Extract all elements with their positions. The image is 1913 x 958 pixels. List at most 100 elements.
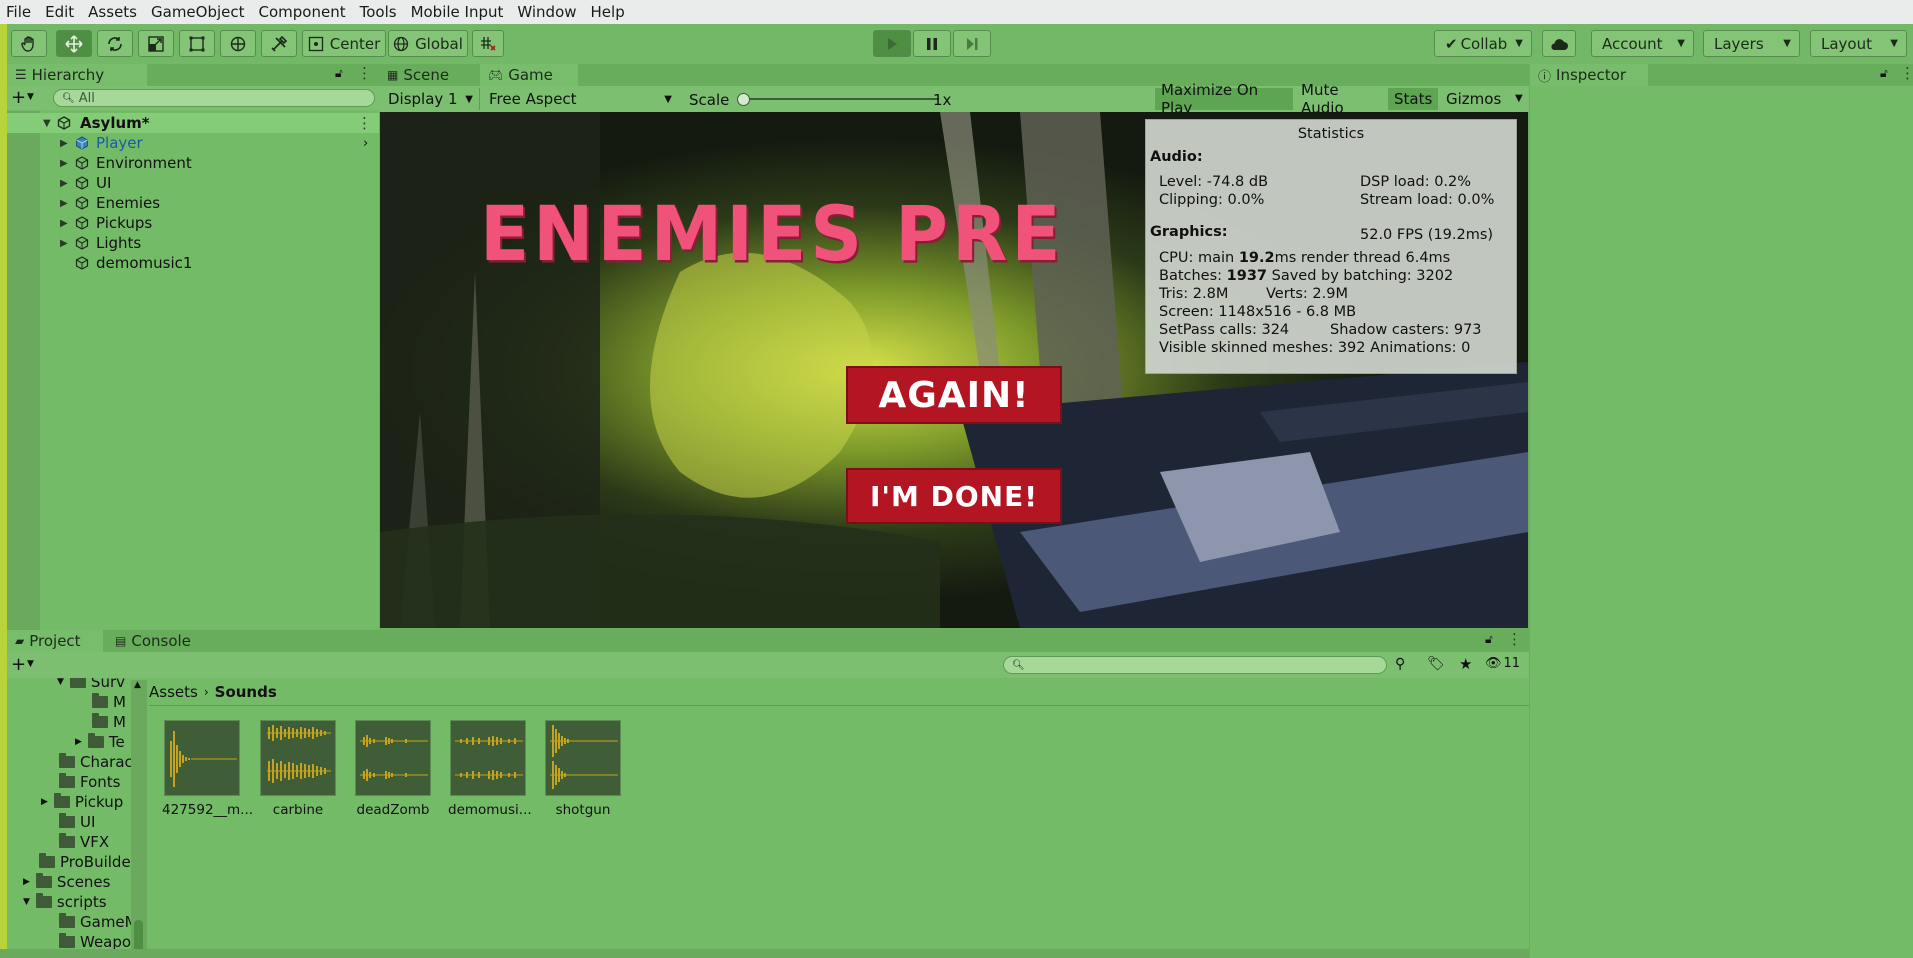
hierarchy-item-pickups[interactable]: ▶ Pickups	[7, 213, 379, 233]
chevron-down-icon[interactable]: ▼	[27, 92, 34, 102]
collab-dropdown[interactable]: ✔ Collab ▼	[1434, 30, 1532, 57]
transform-tool-button[interactable]	[220, 30, 256, 57]
tab-scene[interactable]: ▦ Scene	[379, 64, 479, 86]
hierarchy-item-lights[interactable]: ▶ Lights	[7, 233, 379, 253]
menu-component[interactable]: Component	[253, 3, 354, 21]
cloud-button[interactable]	[1542, 30, 1576, 57]
stats-screen: Screen: 1148x516 - 6.8 MB	[1159, 304, 1357, 320]
filter-by-label-icon[interactable]: 🏷︎	[1427, 656, 1445, 672]
scale-tool-button[interactable]	[138, 30, 174, 57]
tree-item[interactable]: M	[92, 712, 126, 732]
filter-by-type-icon[interactable]: ⚲	[1395, 656, 1405, 672]
display-dropdown[interactable]: Display 1 ▼	[382, 88, 480, 110]
tree-item[interactable]: ▶ Pickup	[41, 792, 123, 812]
hand-tool-button[interactable]	[11, 30, 47, 57]
breadcrumb-assets[interactable]: Assets	[149, 683, 198, 701]
tree-scrollbar[interactable]: ▲	[131, 680, 147, 958]
aspect-dropdown[interactable]: Free Aspect ▼	[483, 88, 678, 110]
expand-right-icon[interactable]: ▶	[60, 218, 68, 229]
menu-help[interactable]: Help	[585, 3, 633, 21]
project-search-input[interactable]: 🔍︎	[1003, 656, 1387, 674]
tree-item[interactable]: ProBuilde	[39, 852, 131, 872]
panel-menu-icon[interactable]: ⋮	[1507, 630, 1522, 648]
hidden-packages-toggle[interactable]: 👁︎ 11	[1485, 656, 1520, 671]
hierarchy-search-input[interactable]: 🔍︎ All	[53, 89, 375, 107]
layers-dropdown[interactable]: Layers ▼	[1703, 30, 1800, 57]
lock-icon[interactable]: 🔓︎	[335, 66, 343, 81]
scene-menu-icon[interactable]: ⋮	[357, 114, 372, 132]
tree-item[interactable]: Fonts	[59, 772, 120, 792]
grid-snap-button[interactable]	[472, 30, 504, 57]
custom-tool-button[interactable]	[261, 30, 297, 57]
play-button[interactable]	[873, 30, 911, 57]
tree-item[interactable]: GameM	[59, 912, 137, 932]
tree-item[interactable]: M	[92, 692, 126, 712]
expand-down-icon[interactable]: ▼	[43, 118, 51, 129]
tree-item[interactable]: UI	[59, 812, 95, 832]
tree-item[interactable]: ▼ scripts	[23, 892, 107, 912]
hierarchy-item-environment[interactable]: ▶ Environment	[7, 153, 379, 173]
move-tool-button[interactable]	[56, 30, 92, 57]
menu-tools[interactable]: Tools	[354, 3, 405, 21]
asset-tile[interactable]: deadZomb	[353, 720, 433, 818]
tab-hierarchy[interactable]: ☰ Hierarchy	[7, 64, 147, 86]
chevron-right-icon[interactable]: ›	[363, 136, 368, 151]
tree-item[interactable]: ▼ Surv	[57, 678, 125, 692]
scene-row[interactable]: ▼ Asylum* ⋮	[7, 113, 379, 133]
asset-tile[interactable]: demomusi...	[448, 720, 532, 818]
menu-gameobject[interactable]: GameObject	[145, 3, 253, 21]
expand-right-icon[interactable]: ▶	[60, 158, 68, 169]
tab-inspector[interactable]: ⓘ Inspector	[1530, 64, 1648, 86]
im-done-button[interactable]: I'M DONE!	[846, 468, 1062, 524]
gizmos-dropdown-icon[interactable]: ▼	[1515, 93, 1523, 104]
hierarchy-item-enemies[interactable]: ▶ Enemies	[7, 193, 379, 213]
chevron-down-icon[interactable]: ▼	[27, 659, 34, 669]
step-button[interactable]	[953, 30, 991, 57]
again-button[interactable]: AGAIN!	[846, 366, 1062, 424]
gizmos-toggle[interactable]: Gizmos	[1440, 88, 1504, 110]
expand-right-icon[interactable]: ▶	[60, 238, 68, 249]
tab-project[interactable]: ▰ Project	[7, 630, 103, 652]
account-dropdown[interactable]: Account ▼	[1591, 30, 1694, 57]
scroll-up-icon[interactable]: ▲	[134, 680, 141, 690]
asset-tile[interactable]: 427592__m...	[162, 720, 253, 818]
rect-tool-button[interactable]	[179, 30, 215, 57]
tree-item[interactable]: ▶ Te	[75, 732, 125, 752]
menu-file[interactable]: File	[0, 3, 39, 21]
asset-tile[interactable]: shotgun	[543, 720, 623, 818]
mute-audio-toggle[interactable]: Mute Audio	[1295, 81, 1386, 117]
hierarchy-item-demomusic1[interactable]: demomusic1	[7, 253, 379, 273]
stats-toggle[interactable]: Stats	[1388, 88, 1438, 110]
add-icon[interactable]: +	[11, 654, 26, 675]
tab-console[interactable]: ▤ Console	[107, 630, 207, 652]
tree-item[interactable]: ▶ Scenes	[23, 872, 110, 892]
lock-icon[interactable]: 🔓︎	[1880, 66, 1888, 81]
panel-menu-icon[interactable]: ⋮	[1900, 64, 1913, 82]
tab-game[interactable]: 🎮︎ Game	[480, 64, 578, 86]
asset-tile[interactable]: carbine	[258, 720, 338, 818]
scale-slider-track[interactable]	[739, 98, 939, 100]
expand-right-icon[interactable]: ▶	[60, 198, 68, 209]
scale-slider-thumb[interactable]	[737, 93, 750, 106]
hierarchy-item-ui[interactable]: ▶ UI	[7, 173, 379, 193]
panel-menu-icon[interactable]: ⋮	[357, 64, 372, 82]
expand-right-icon[interactable]: ▶	[60, 178, 68, 189]
favorite-star-icon[interactable]: ★	[1459, 655, 1472, 673]
maximize-on-play-toggle[interactable]: Maximize On Play	[1155, 81, 1293, 117]
tree-item[interactable]: VFX	[59, 832, 109, 852]
lock-icon[interactable]: 🔓︎	[1485, 632, 1493, 647]
pivot-mode-button[interactable]: Center	[302, 30, 386, 57]
expand-right-icon[interactable]: ▶	[60, 138, 68, 149]
hierarchy-item-player[interactable]: ▶ Player ›	[7, 133, 379, 153]
menu-mobile-input[interactable]: Mobile Input	[405, 3, 512, 21]
pause-button[interactable]	[913, 30, 951, 57]
menu-assets[interactable]: Assets	[82, 3, 145, 21]
breadcrumb-sounds[interactable]: Sounds	[215, 683, 277, 701]
add-icon[interactable]: +	[11, 87, 26, 108]
rotate-tool-button[interactable]	[97, 30, 133, 57]
menu-edit[interactable]: Edit	[39, 3, 82, 21]
menu-window[interactable]: Window	[511, 3, 584, 21]
tree-item[interactable]: Charac	[59, 752, 133, 772]
space-mode-button[interactable]: Global	[388, 30, 468, 57]
layout-dropdown[interactable]: Layout ▼	[1810, 30, 1907, 57]
